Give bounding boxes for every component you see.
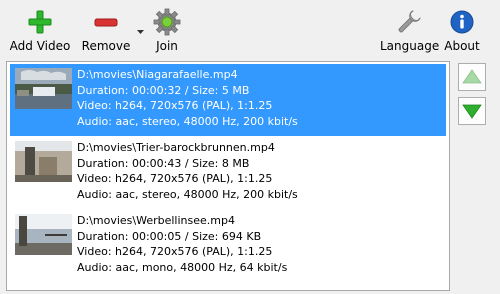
audio-stream-info: Audio: aac, stereo, 48000 Hz, 200 kbit/s	[77, 114, 298, 128]
arrow-down-icon	[462, 104, 482, 119]
add-video-button[interactable]: Add Video	[8, 0, 72, 60]
plus-icon	[28, 10, 52, 34]
video-duration-size: Duration: 00:00:43 / Size: 8 MB	[77, 156, 250, 170]
video-stream-info: Video: h264, 720x576 (PAL), 1:1.25	[77, 245, 273, 258]
join-button[interactable]: Join	[147, 0, 187, 60]
video-path: D:\movies\Trier-barockbrunnen.mp4	[77, 141, 275, 154]
video-stream-info: Video: h264, 720x576 (PAL), 1:1.25	[77, 172, 273, 185]
video-info: D:\movies\Trier-barockbrunnen.mp4 Durati…	[77, 140, 298, 202]
remove-dropdown-arrow-icon[interactable]	[136, 28, 145, 36]
video-path: D:\movies\Werbellinsee.mp4	[77, 214, 235, 227]
video-stream-info: Video: h264, 720x576 (PAL), 1:1.25	[77, 99, 273, 112]
wrench-icon	[398, 10, 421, 33]
video-duration-size: Duration: 00:00:05 / Size: 694 KB	[77, 229, 262, 243]
language-button[interactable]: Language	[380, 0, 440, 60]
video-row-trier-barockbrunnen[interactable]: D:\movies\Trier-barockbrunnen.mp4 Durati…	[10, 137, 446, 209]
language-label: Language	[380, 39, 440, 53]
move-up-button[interactable]	[458, 63, 486, 91]
remove-button[interactable]: Remove	[80, 0, 132, 60]
video-thumbnail-lake	[15, 214, 72, 255]
video-thumbnail-fountain	[15, 141, 72, 182]
video-info: D:\movies\Werbellinsee.mp4 Duration: 00:…	[77, 213, 287, 275]
add-video-label: Add Video	[9, 39, 71, 53]
video-duration-size: Duration: 00:00:32 / Size: 5 MB	[77, 83, 250, 97]
video-path: D:\movies\Niagarafaelle.mp4	[77, 68, 238, 81]
join-label: Join	[156, 39, 178, 53]
video-list[interactable]: D:\movies\Niagarafaelle.mp4 Duration: 00…	[6, 61, 450, 291]
minus-icon	[94, 18, 118, 27]
video-info: D:\movies\Niagarafaelle.mp4 Duration: 00…	[77, 67, 298, 129]
toolbar: Add Video Remove Join Language About	[0, 0, 500, 60]
video-row-niagarafaelle[interactable]: D:\movies\Niagarafaelle.mp4 Duration: 00…	[10, 64, 446, 136]
move-down-button[interactable]	[458, 97, 486, 125]
gear-icon	[153, 8, 181, 36]
info-icon	[450, 10, 474, 34]
video-thumbnail-waterfall	[15, 68, 72, 109]
audio-stream-info: Audio: aac, stereo, 48000 Hz, 200 kbit/s	[77, 187, 298, 201]
about-label: About	[444, 39, 480, 53]
audio-stream-info: Audio: aac, mono, 48000 Hz, 64 kbit/s	[77, 260, 288, 274]
video-row-werbellinsee[interactable]: D:\movies\Werbellinsee.mp4 Duration: 00:…	[10, 210, 446, 282]
about-button[interactable]: About	[442, 0, 482, 60]
remove-label: Remove	[81, 39, 131, 53]
arrow-up-icon	[462, 69, 482, 84]
